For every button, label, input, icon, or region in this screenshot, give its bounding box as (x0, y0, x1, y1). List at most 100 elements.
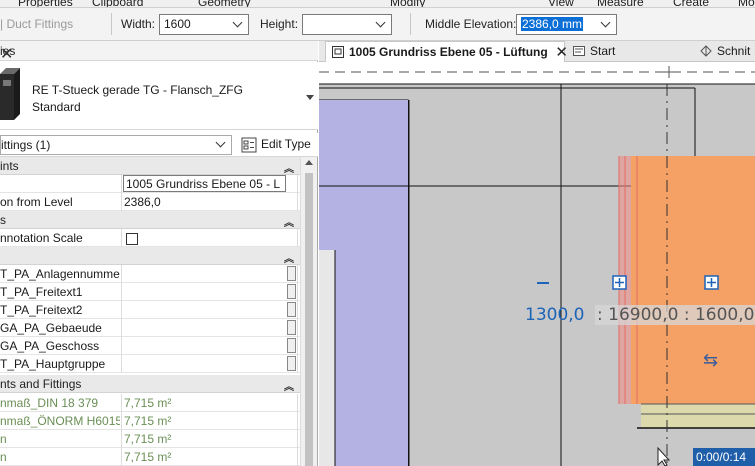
drawing-canvas[interactable]: 1300,0 : 16900,0 : 1600,0 ⇆ 0:00/0:14 (319, 62, 755, 466)
property-row[interactable]: nmaß_DIN 18 379 7,715 m² (0, 394, 300, 412)
tab-schnitt[interactable]: Schnit (698, 41, 755, 62)
cell-divider (297, 355, 298, 373)
property-browse-button[interactable] (287, 284, 296, 299)
middle-elevation-value[interactable]: 2386,0 mm (521, 17, 584, 31)
property-browse-button[interactable] (287, 266, 296, 281)
ribbon-item-view[interactable]: View (548, 0, 574, 7)
dropdown-arrow-icon[interactable] (306, 95, 314, 100)
cell-divider (121, 412, 122, 430)
ribbon-item-create[interactable]: Create (673, 0, 709, 7)
property-group-header[interactable]: s ︽ (0, 211, 300, 229)
property-browse-button[interactable] (287, 338, 296, 353)
collapse-icon[interactable]: ︽ (284, 250, 294, 265)
tab-label: Schnit (717, 44, 751, 58)
property-row[interactable]: T_PA_Anlagennummer (0, 265, 300, 283)
cell-divider (297, 283, 298, 301)
cell-divider (121, 193, 122, 211)
cell-divider (121, 448, 122, 466)
type-selector[interactable]: RE T-Stueck gerade TG - Flansch_ZFG Stan… (0, 62, 318, 130)
property-value: 7,715 m² (124, 450, 172, 464)
property-row[interactable]: nmaß_ÖNORM H6015 7,715 m² (0, 412, 300, 430)
property-browse-button[interactable] (287, 356, 296, 371)
height-label: Height: (260, 17, 299, 31)
duct-fitting[interactable] (631, 156, 755, 404)
property-row[interactable]: GA_PA_Gebaeude (0, 319, 300, 337)
cell-divider (121, 175, 122, 193)
ribbon-item-measure[interactable]: Measure (597, 0, 644, 7)
collapse-icon[interactable]: ︽ (284, 214, 294, 229)
cell-divider (121, 265, 122, 283)
properties-scrollbar[interactable] (300, 157, 317, 466)
property-row[interactable]: n 7,715 m² (0, 448, 300, 466)
property-row[interactable]: T_PA_Freitext2 (0, 301, 300, 319)
instance-filter-value: ittings (1) (1, 138, 51, 152)
property-group-header[interactable]: nts and Fittings ︽ (0, 375, 300, 393)
property-label: s (0, 213, 6, 227)
property-browse-button[interactable] (287, 320, 296, 335)
property-row[interactable]: nnotation Scale (0, 229, 300, 247)
collapse-icon[interactable]: ︽ (284, 378, 294, 393)
instance-filter-bar: ittings (1) Edit Type (0, 133, 318, 157)
close-icon[interactable]: ✕ (555, 43, 568, 61)
cell-divider (297, 193, 298, 211)
property-label: T_PA_Freitext2 (0, 303, 83, 317)
property-label: on from Level (0, 195, 73, 209)
ribbon-item-modify[interactable]: Modify (390, 0, 425, 7)
ribbon-item-properties[interactable]: Properties (18, 0, 73, 7)
cell-divider (297, 301, 298, 319)
chevron-down-icon[interactable] (375, 18, 387, 30)
property-label: n (0, 432, 7, 446)
drawing-top-band (319, 62, 755, 84)
property-row[interactable]: on from Level 2386,0 (0, 193, 300, 211)
property-checkbox[interactable] (126, 233, 138, 245)
chevron-down-icon[interactable] (215, 139, 227, 151)
property-value: 7,715 m² (124, 432, 172, 446)
height-combo[interactable] (302, 14, 392, 35)
property-row[interactable]: 1005 Grundriss Ebene 05 - L (0, 175, 300, 193)
ribbon-item-mo[interactable]: Mo (738, 0, 755, 7)
duct-base-fill (641, 404, 755, 428)
property-row[interactable]: GA_PA_Geschoss (0, 337, 300, 355)
ribbon-item-geometry[interactable]: Geometry (198, 0, 251, 7)
property-row[interactable]: T_PA_Freitext1 (0, 283, 300, 301)
property-edit-field[interactable]: 1005 Grundriss Ebene 05 - L (123, 175, 286, 192)
ribbon-item-clipboard[interactable]: Clipboard (92, 0, 143, 7)
context-label: | Duct Fittings (0, 17, 74, 31)
property-label: ints (0, 159, 19, 173)
property-value[interactable]: 2386,0 (124, 195, 294, 209)
close-icon[interactable]: ✕ (0, 44, 314, 64)
tab-grundriss-ebene-05[interactable]: 1005 Grundriss Ebene 05 - Lüftung ✕ (325, 41, 568, 62)
instance-filter-combo[interactable]: ittings (1) (0, 135, 232, 155)
family-thumbnail-icon (0, 68, 20, 120)
minus-icon[interactable] (537, 282, 549, 284)
type-subname: Standard (32, 100, 81, 114)
chevron-down-icon[interactable] (232, 18, 244, 30)
property-group-header[interactable]: ints ︽ (0, 157, 300, 175)
scroll-up-icon[interactable] (305, 160, 313, 165)
collapse-icon[interactable]: ︽ (284, 160, 294, 175)
property-row[interactable]: n 7,715 m² (0, 430, 300, 448)
property-label: nts and Fittings (0, 377, 82, 391)
dimension-value-left[interactable]: 1300,0 (525, 305, 584, 325)
cell-divider (297, 337, 298, 355)
middle-elevation-label: Middle Elevation: (425, 17, 517, 31)
property-row[interactable]: T_PA_Hauptgruppe (0, 355, 300, 373)
property-browse-button[interactable] (287, 302, 296, 317)
cell-divider (121, 319, 122, 337)
property-label: GA_PA_Gebaeude (0, 321, 102, 335)
property-label: T_PA_Anlagennummer (0, 267, 120, 281)
width-label: Width: (121, 17, 156, 31)
dimension-value-right[interactable]: : 16900,0 : 1600,0 (595, 305, 755, 325)
width-combo[interactable]: 1600 (159, 14, 249, 35)
chevron-down-icon[interactable] (600, 18, 612, 30)
section-view-icon (700, 45, 712, 57)
properties-palette: ies ✕ RE T-Stueck gerade TG - Flansch_ZF… (0, 41, 318, 466)
middle-elevation-combo[interactable]: 2386,0 mm (516, 14, 617, 35)
tab-start[interactable]: Start (571, 41, 691, 62)
separator (410, 13, 411, 35)
flip-control-icon[interactable]: ⇆ (703, 350, 718, 371)
edit-type-button[interactable]: Edit Type (240, 134, 314, 156)
property-group-header[interactable]: ︽ (0, 247, 300, 265)
scrollbar-thumb[interactable] (305, 173, 313, 466)
property-label: n (0, 450, 7, 464)
